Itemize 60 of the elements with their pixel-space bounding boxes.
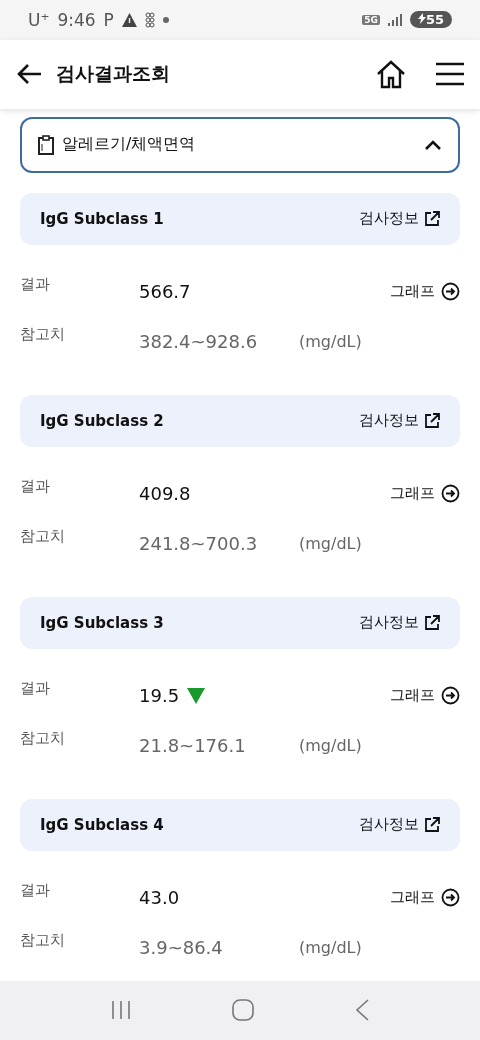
graph-link[interactable]: 그래프	[390, 282, 460, 302]
reference-range: 3.9~86.4	[139, 937, 224, 959]
test-info-link[interactable]: 검사정보	[359, 209, 440, 229]
app-letter: P	[103, 9, 114, 30]
reference-range: 241.8~700.3	[139, 533, 259, 555]
arrow-circle-icon	[441, 484, 460, 504]
arrow-circle-icon	[441, 686, 460, 706]
result-value: 409.8	[139, 483, 191, 505]
test-name: IgG Subclass 2	[40, 411, 165, 430]
external-link-icon	[425, 615, 440, 631]
result-value: 566.7	[139, 281, 191, 303]
arrow-circle-icon	[441, 282, 460, 302]
reference-range: 21.8~176.1	[139, 735, 247, 757]
result-label: 결과	[20, 475, 51, 496]
bolt-icon	[417, 13, 426, 25]
external-link-icon	[425, 817, 440, 833]
result-value: 19.5	[139, 685, 180, 707]
page-title: 검사결과조회	[56, 61, 171, 87]
reference-label: 참고치	[20, 525, 66, 546]
result-label: 결과	[20, 273, 51, 294]
category-dropdown[interactable]: 알레르기/체액면역	[20, 116, 460, 173]
unit: (mg/dL)	[299, 332, 362, 352]
dot-icon	[162, 16, 169, 23]
network-badge: 5G	[362, 14, 380, 25]
graph-link[interactable]: 그래프	[390, 484, 460, 504]
carrier: U⁺	[28, 9, 50, 30]
recent-apps-button[interactable]	[110, 1000, 132, 1021]
back-button[interactable]	[16, 63, 42, 86]
unit: (mg/dL)	[299, 534, 362, 554]
result-label: 결과	[20, 879, 51, 900]
graph-link[interactable]: 그래프	[390, 686, 460, 706]
result-value: 43.0	[139, 887, 180, 909]
test-info-link[interactable]: 검사정보	[359, 613, 440, 633]
external-link-icon	[425, 413, 440, 429]
back-nav-button[interactable]	[354, 999, 370, 1022]
reference-label: 참고치	[20, 929, 66, 950]
clipboard-icon	[38, 134, 54, 155]
dots-icon	[144, 11, 155, 28]
arrow-circle-icon	[441, 888, 460, 908]
category-title: 알레르기/체액면역	[62, 134, 197, 156]
test-name: IgG Subclass 3	[40, 613, 165, 632]
menu-button[interactable]	[436, 62, 464, 87]
home-nav-button[interactable]	[232, 999, 254, 1022]
test-info-link[interactable]: 검사정보	[359, 815, 440, 835]
external-link-icon	[425, 211, 440, 227]
result-label: 결과	[20, 677, 51, 698]
test-info-link[interactable]: 검사정보	[359, 411, 440, 431]
test-name: IgG Subclass 1	[40, 209, 165, 228]
home-button[interactable]	[376, 59, 406, 90]
unit: (mg/dL)	[299, 736, 362, 756]
warning-icon	[121, 12, 137, 27]
reference-label: 참고치	[20, 323, 66, 344]
test-name: IgG Subclass 4	[40, 815, 165, 834]
reference-label: 참고치	[20, 727, 66, 748]
battery-badge: 55	[409, 11, 452, 29]
unit: (mg/dL)	[299, 938, 362, 958]
graph-link[interactable]: 그래프	[390, 888, 460, 908]
clock: 9:46	[57, 9, 96, 30]
signal-icon	[387, 13, 402, 26]
reference-range: 382.4~928.6	[139, 331, 259, 353]
